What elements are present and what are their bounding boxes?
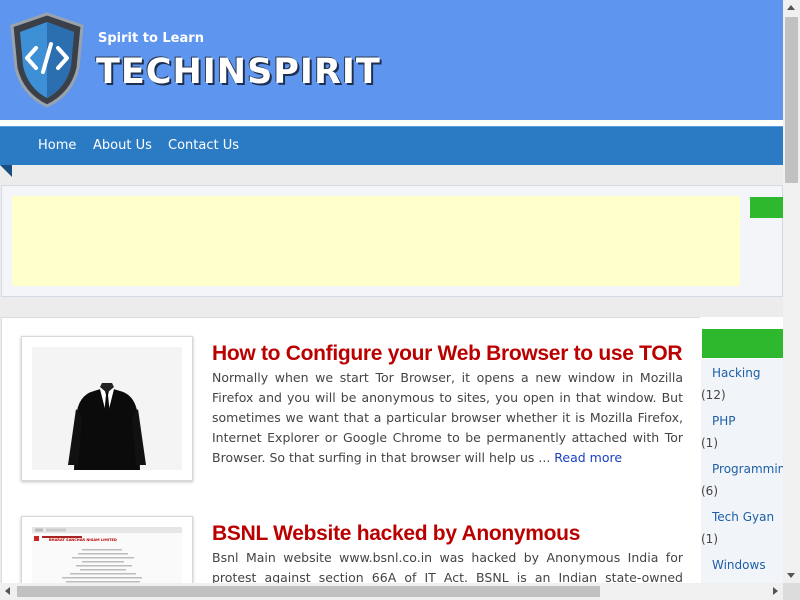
post-thumbnail[interactable]: BHARAT SANCHAR NIGAM LIMITED	[21, 516, 193, 586]
horizontal-scrollbar[interactable]	[0, 583, 783, 600]
scrollbar-corner	[783, 583, 800, 600]
post-title-link[interactable]: How to Configure your Web Browser to use…	[212, 342, 683, 366]
site-tagline: Spirit to Learn	[98, 31, 204, 46]
site-header: Spirit to Learn TECHINSPIRIT	[0, 0, 783, 120]
category-count: (6)	[701, 484, 718, 498]
widget-header-bar	[702, 329, 783, 358]
ad-banner-section	[1, 185, 784, 297]
scroll-right-arrow-icon[interactable]	[773, 587, 778, 595]
nav-item-home[interactable]: Home	[38, 127, 76, 166]
category-count: (1)	[701, 436, 718, 450]
category-link[interactable]: PHP	[712, 414, 736, 428]
read-more-link[interactable]: Read more	[554, 450, 622, 465]
site-brand-logo[interactable]: TECHINSPIRIT	[96, 52, 381, 92]
sidebar-category-php: PHP (1)	[701, 407, 783, 457]
vertical-scrollbar[interactable]	[783, 0, 800, 583]
post-list: How to Configure your Web Browser to use…	[1, 317, 700, 587]
vertical-scroll-thumb[interactable]	[785, 17, 798, 183]
scroll-left-arrow-icon[interactable]	[5, 587, 10, 595]
sidebar-category-tech-gyan: Tech Gyan (1)	[701, 503, 783, 553]
anonymous-suit-icon	[32, 347, 182, 470]
category-link[interactable]: Tech Gyan	[712, 510, 774, 524]
category-count: (12)	[701, 388, 726, 402]
code-shield-icon[interactable]	[6, 10, 88, 110]
post-title-link[interactable]: BSNL Website hacked by Anonymous	[212, 522, 580, 546]
category-link[interactable]: Hacking	[712, 366, 760, 380]
thumbnail-caption: BHARAT SANCHAR NIGAM LIMITED	[49, 538, 117, 542]
category-link[interactable]: Programming	[712, 462, 783, 476]
nav-item-about-us[interactable]: About Us	[93, 127, 152, 166]
horizontal-scroll-thumb[interactable]	[17, 586, 600, 597]
category-link[interactable]: Windows	[712, 558, 766, 572]
post-excerpt-text: Bsnl Main website www.bsnl.co.in was hac…	[212, 550, 683, 585]
sidebar-category-hacking: Hacking (12)	[701, 359, 783, 409]
sidebar-category-programming: Programming (6)	[701, 455, 783, 505]
nav-item-contact-us[interactable]: Contact Us	[168, 127, 239, 166]
webpage-screenshot-icon: BHARAT SANCHAR NIGAM LIMITED	[32, 527, 182, 586]
post-thumbnail[interactable]	[21, 336, 193, 481]
category-sidebar: Hacking (12) PHP (1) Programming (6) Tec…	[700, 317, 783, 587]
nav-ribbon-fold	[0, 165, 12, 177]
scroll-up-arrow-icon[interactable]	[787, 5, 795, 10]
post-excerpt: Normally when we start Tor Browser, it o…	[212, 368, 683, 468]
sidebar-category-windows: Windows	[701, 551, 783, 587]
scroll-down-arrow-icon[interactable]	[787, 573, 795, 578]
ad-banner[interactable]	[12, 196, 740, 286]
post-excerpt: Bsnl Main website www.bsnl.co.in was hac…	[212, 548, 683, 586]
category-count: (1)	[701, 532, 718, 546]
main-nav: Home About Us Contact Us	[0, 126, 783, 165]
widget-header-bar	[750, 197, 784, 218]
